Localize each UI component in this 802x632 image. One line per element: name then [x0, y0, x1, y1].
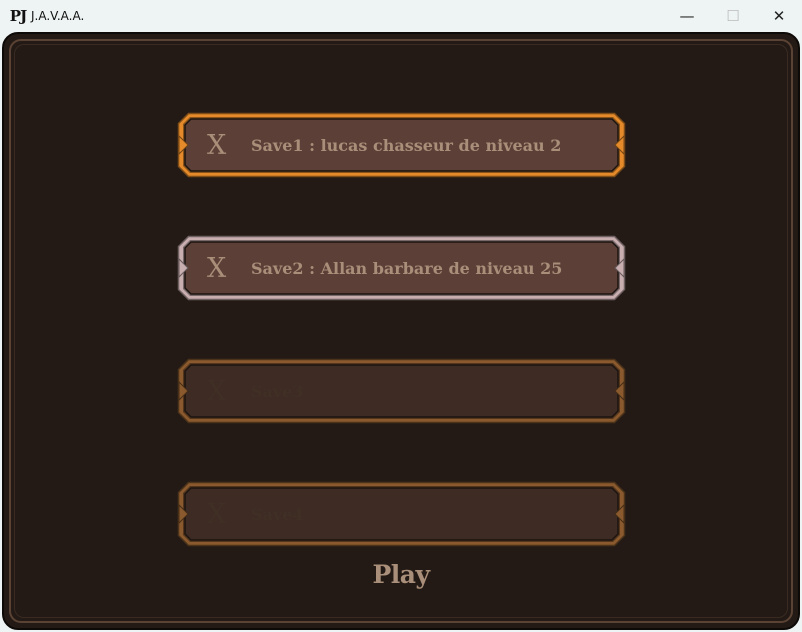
save-slot-3[interactable]: X Save3 — [177, 358, 626, 424]
save-slot-4[interactable]: X Save4 — [177, 481, 626, 547]
save-slot-frame — [177, 358, 626, 424]
delete-save-2-icon[interactable]: X — [207, 235, 226, 301]
save-slot-2[interactable]: X Save2 : Allan barbare de niveau 25 — [177, 235, 626, 301]
window-title: J.A.V.A.A. — [31, 8, 85, 23]
maximize-button[interactable]: ☐ — [710, 0, 756, 31]
title-bar: PJ J.A.V.A.A. — ☐ ✕ — [0, 0, 802, 31]
window-controls: — ☐ ✕ — [664, 0, 802, 31]
minimize-button[interactable]: — — [664, 0, 710, 31]
save-slot-2-label: Save2 : Allan barbare de niveau 25 — [251, 258, 563, 278]
app-icon: PJ — [9, 6, 27, 25]
save-slot-1-label: Save1 : lucas chasseur de niveau 2 — [251, 135, 562, 155]
save-slot-frame — [177, 481, 626, 547]
save-slot-4-label: Save4 — [251, 504, 304, 524]
delete-save-3-icon[interactable]: X — [207, 358, 226, 424]
play-button[interactable]: Play — [0, 560, 802, 589]
delete-save-4-icon[interactable]: X — [207, 481, 226, 547]
close-button[interactable]: ✕ — [756, 0, 802, 31]
save-slot-3-label: Save3 — [251, 381, 304, 401]
delete-save-1-icon[interactable]: X — [207, 112, 226, 178]
save-slot-1[interactable]: X Save1 : lucas chasseur de niveau 2 — [177, 112, 626, 178]
